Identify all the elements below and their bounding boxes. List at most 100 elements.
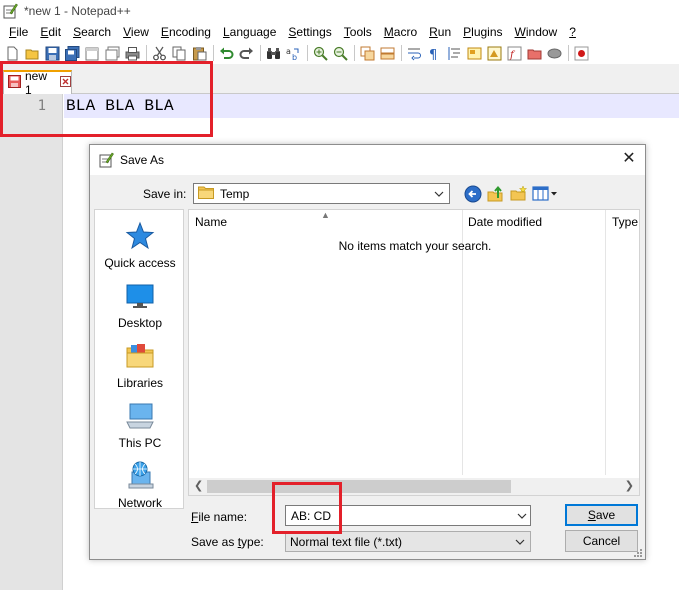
cancel-button[interactable]: Cancel <box>565 530 638 552</box>
replace-icon[interactable]: ab <box>285 45 302 62</box>
place-label: Network <box>117 496 162 510</box>
word-wrap-icon[interactable] <box>406 45 423 62</box>
save-as-type-value: Normal text file (*.txt) <box>290 535 403 549</box>
sync-vertical-icon[interactable] <box>359 45 376 62</box>
menu-bar: File Edit Search View Encoding Language Settin… <box>0 22 679 42</box>
navigation-toolbar <box>463 183 561 205</box>
menu-item-view[interactable]: View <box>118 25 154 39</box>
user-defined-language-icon[interactable] <box>466 45 483 62</box>
close-icon[interactable]: ✕ <box>621 151 637 167</box>
open-file-icon[interactable] <box>24 45 41 62</box>
scrollbar-thumb[interactable] <box>207 480 511 493</box>
menu-item-language[interactable]: Language <box>218 25 281 39</box>
print-icon[interactable] <box>124 45 141 62</box>
menu-item-plugins[interactable]: Plugins <box>458 25 507 39</box>
monitoring-icon[interactable] <box>546 45 563 62</box>
close-all-icon[interactable] <box>104 45 121 62</box>
redo-icon[interactable] <box>238 45 255 62</box>
function-list-icon[interactable]: f <box>506 45 523 62</box>
star-icon <box>124 220 156 252</box>
toolbar-separator <box>568 45 569 61</box>
network-icon <box>124 460 156 492</box>
save-icon[interactable] <box>44 45 61 62</box>
column-header-name[interactable]: Name <box>195 215 227 229</box>
toolbar-separator <box>260 45 261 61</box>
resize-grip-icon[interactable] <box>633 547 643 557</box>
find-icon[interactable] <box>265 45 282 62</box>
title-bar: *new 1 - Notepad++ <box>0 0 679 22</box>
close-file-icon[interactable] <box>84 45 101 62</box>
new-file-icon[interactable] <box>4 45 21 62</box>
menu-item-macro[interactable]: Macro <box>379 25 422 39</box>
up-folder-icon[interactable] <box>486 184 506 204</box>
save-in-dropdown[interactable]: Temp <box>193 183 450 204</box>
toolbar-separator <box>307 45 308 61</box>
menu-item-search[interactable]: Search <box>68 25 116 39</box>
scroll-right-icon[interactable]: ❯ <box>625 479 634 492</box>
copy-icon[interactable] <box>171 45 188 62</box>
column-header-date-modified[interactable]: Date modified <box>468 215 542 229</box>
computer-icon <box>124 400 156 432</box>
annotation-box-tab <box>0 61 213 137</box>
column-header-type[interactable]: Type <box>612 215 638 229</box>
place-label: Libraries <box>116 376 164 390</box>
new-folder-icon[interactable] <box>509 184 529 204</box>
toolbar-separator <box>354 45 355 61</box>
menu-item-tools[interactable]: Tools <box>339 25 377 39</box>
place-quick-access[interactable]: Quick access <box>95 220 185 270</box>
dialog-title-bar: Save As ✕ <box>90 145 645 175</box>
menu-item-encoding[interactable]: Encoding <box>156 25 216 39</box>
place-label: Desktop <box>117 316 163 330</box>
places-bar: Quick access Desktop Libraries This PC Netwo… <box>94 209 185 510</box>
place-label: Quick access <box>104 256 176 270</box>
notepad-plus-plus-icon <box>98 152 114 168</box>
paste-icon[interactable] <box>191 45 208 62</box>
file-list[interactable]: ▲ Name Date modified Type No items match… <box>188 209 640 496</box>
annotation-box-file-name <box>272 482 342 534</box>
view-menu-icon[interactable] <box>532 184 558 204</box>
zoom-in-icon[interactable] <box>312 45 329 62</box>
notepad-plus-plus-icon <box>2 3 18 19</box>
document-map-icon[interactable] <box>486 45 503 62</box>
save-button[interactable]: Save <box>565 504 638 526</box>
menu-item-edit[interactable]: Edit <box>35 25 66 39</box>
back-icon[interactable] <box>463 184 483 204</box>
file-name-label: File name: <box>191 510 248 524</box>
place-network[interactable]: Network <box>95 460 185 510</box>
dialog-title: Save As <box>120 153 165 167</box>
menu-item-help[interactable]: ? <box>564 25 581 39</box>
scroll-left-icon[interactable]: ❮ <box>194 479 203 492</box>
menu-item-window[interactable]: Window <box>510 25 563 39</box>
save-all-icon[interactable] <box>64 45 81 62</box>
folder-as-workspace-icon[interactable] <box>526 45 543 62</box>
place-this-pc[interactable]: This PC <box>95 400 185 450</box>
place-libraries[interactable]: Libraries <box>95 340 185 390</box>
sort-ascending-icon: ▲ <box>321 210 330 220</box>
chevron-down-icon[interactable] <box>516 509 528 523</box>
save-in-value: Temp <box>220 186 250 201</box>
place-desktop[interactable]: Desktop <box>95 280 185 330</box>
undo-icon[interactable] <box>218 45 235 62</box>
menu-item-settings[interactable]: Settings <box>283 25 336 39</box>
svg-text:a: a <box>286 47 291 56</box>
record-macro-icon[interactable] <box>573 45 590 62</box>
toolbar-separator <box>146 45 147 61</box>
horizontal-scrollbar[interactable]: ❮ ❯ <box>189 478 639 495</box>
chevron-down-icon <box>514 535 526 549</box>
svg-text:b: b <box>292 53 297 61</box>
desktop-icon <box>124 280 156 312</box>
save-as-type-dropdown[interactable]: Normal text file (*.txt) <box>285 531 531 552</box>
folder-icon <box>198 185 214 202</box>
libraries-icon <box>124 340 156 372</box>
indent-guide-icon[interactable] <box>446 45 463 62</box>
cut-icon[interactable] <box>151 45 168 62</box>
sync-horizontal-icon[interactable] <box>379 45 396 62</box>
svg-text:¶: ¶ <box>429 48 437 61</box>
chevron-down-icon <box>433 187 445 201</box>
menu-item-run[interactable]: Run <box>424 25 456 39</box>
save-as-type-label: Save as type: <box>191 535 264 549</box>
zoom-out-icon[interactable] <box>332 45 349 62</box>
menu-item-file[interactable]: File <box>4 25 33 39</box>
window-title: *new 1 - Notepad++ <box>24 4 131 18</box>
show-all-characters-icon[interactable]: ¶ <box>426 45 443 62</box>
